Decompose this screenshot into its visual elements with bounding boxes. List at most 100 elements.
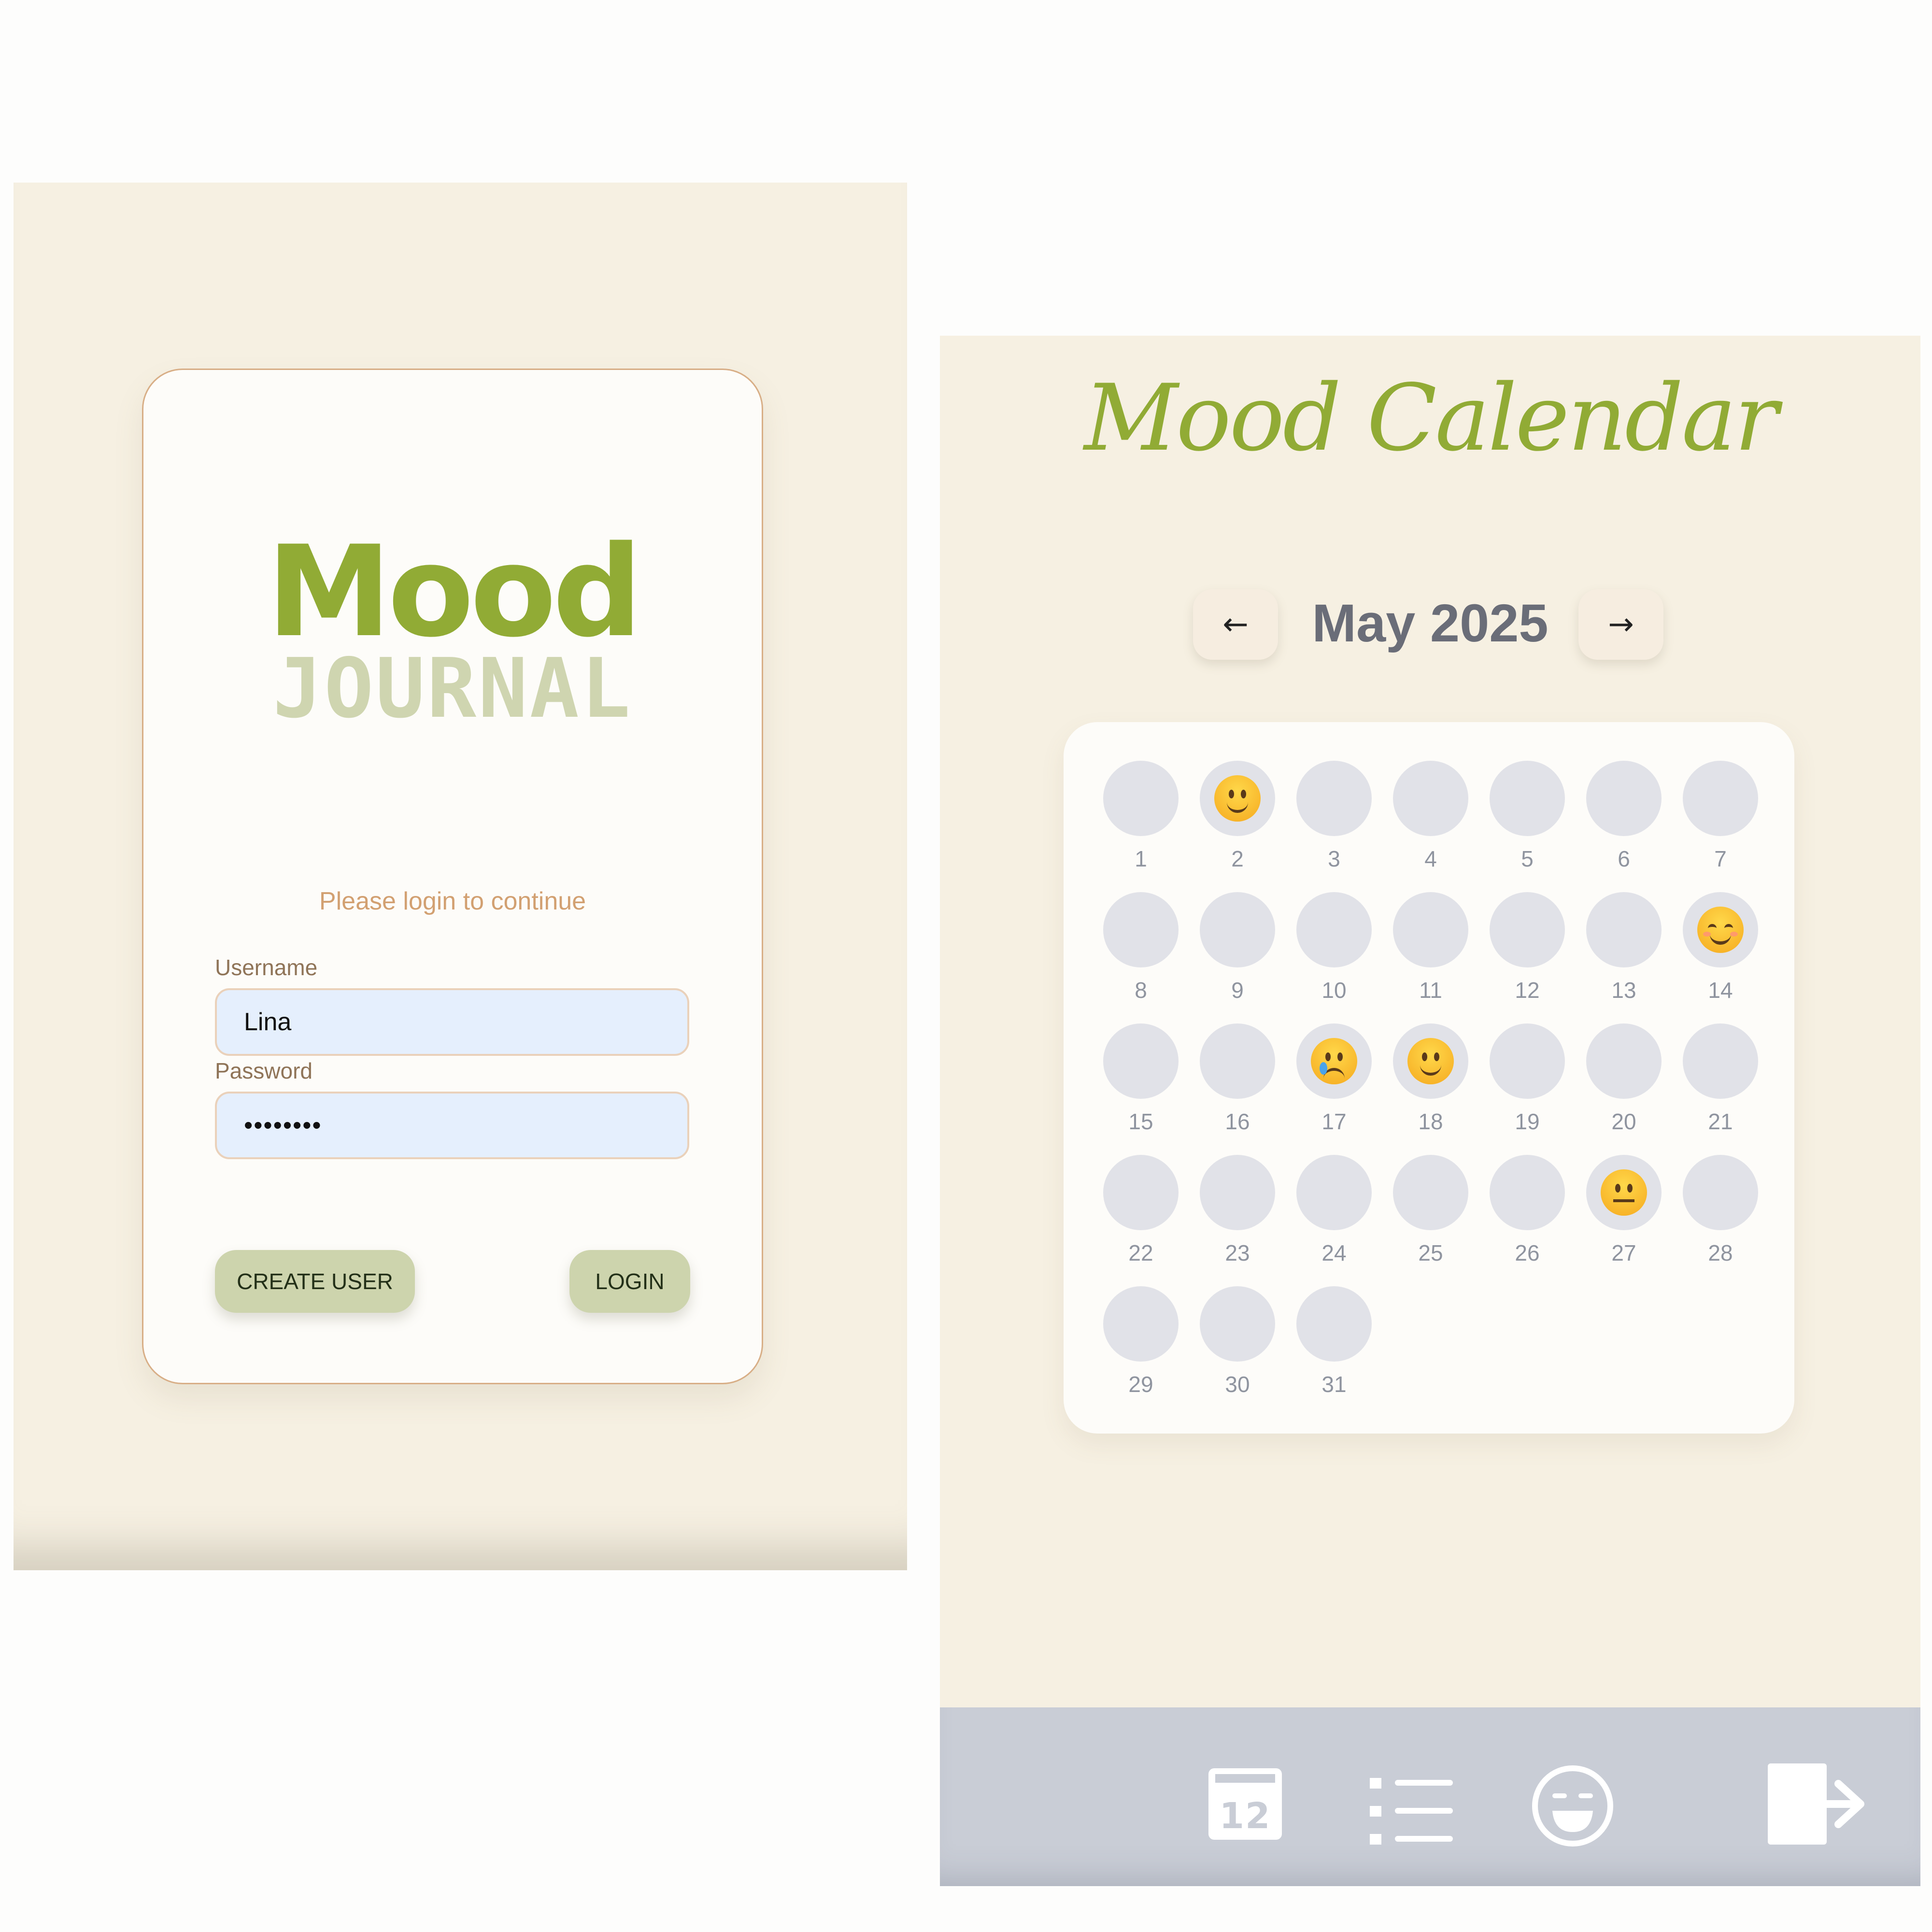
day-mood-circle[interactable] — [1490, 892, 1565, 967]
calendar-day[interactable]: 3 — [1295, 761, 1373, 881]
list-icon[interactable] — [1368, 1775, 1455, 1847]
day-mood-circle[interactable] — [1393, 761, 1468, 836]
calendar-day[interactable]: 23 — [1199, 1155, 1276, 1276]
calendar-day[interactable]: 29 — [1102, 1286, 1179, 1407]
day-number: 26 — [1515, 1240, 1540, 1265]
calendar-icon[interactable]: 12 — [1207, 1765, 1284, 1843]
day-number: 23 — [1225, 1240, 1250, 1265]
slight-smile-emoji-icon — [1407, 1038, 1454, 1084]
day-mood-circle[interactable] — [1200, 892, 1275, 967]
day-mood-circle[interactable] — [1296, 892, 1372, 967]
day-number: 10 — [1321, 978, 1347, 1003]
calendar-day[interactable]: 1 — [1102, 761, 1179, 881]
day-mood-circle[interactable] — [1200, 1286, 1275, 1362]
day-mood-circle[interactable] — [1296, 761, 1372, 836]
day-mood-circle[interactable] — [1200, 761, 1275, 836]
day-number: 8 — [1135, 978, 1147, 1003]
day-mood-circle[interactable] — [1683, 892, 1758, 967]
day-mood-circle[interactable] — [1490, 1155, 1565, 1230]
page-title: Mood Calendar — [1084, 365, 1778, 471]
calendar-day[interactable]: 13 — [1585, 892, 1662, 1013]
day-mood-circle[interactable] — [1393, 1155, 1468, 1230]
username-input[interactable] — [215, 988, 689, 1056]
day-number: 3 — [1328, 846, 1340, 871]
day-number: 2 — [1231, 846, 1244, 871]
calendar-day[interactable]: 17 — [1295, 1023, 1373, 1144]
day-mood-circle[interactable] — [1683, 1155, 1758, 1230]
calendar-day[interactable]: 8 — [1102, 892, 1179, 1013]
calendar-day[interactable]: 19 — [1489, 1023, 1566, 1144]
day-number: 14 — [1708, 978, 1733, 1003]
calendar-day[interactable]: 20 — [1585, 1023, 1662, 1144]
day-mood-circle[interactable] — [1296, 1286, 1372, 1362]
day-mood-circle[interactable] — [1683, 761, 1758, 836]
calendar-day[interactable]: 7 — [1682, 761, 1759, 881]
login-screen: Mood JOURNAL Please login to continue Us… — [14, 183, 907, 1570]
day-number: 15 — [1128, 1109, 1153, 1134]
login-prompt: Please login to continue — [319, 887, 586, 915]
day-mood-circle[interactable] — [1586, 892, 1662, 967]
day-mood-circle[interactable] — [1490, 1023, 1565, 1099]
day-mood-circle[interactable] — [1296, 1023, 1372, 1099]
day-number: 29 — [1128, 1372, 1153, 1397]
calendar-day[interactable]: 22 — [1102, 1155, 1179, 1276]
calendar-day[interactable]: 15 — [1102, 1023, 1179, 1144]
day-mood-circle[interactable] — [1586, 1155, 1662, 1230]
day-number: 6 — [1618, 846, 1630, 871]
day-mood-circle[interactable] — [1103, 892, 1179, 967]
day-number: 18 — [1418, 1109, 1443, 1134]
calendar-day[interactable]: 26 — [1489, 1155, 1566, 1276]
calendar-day[interactable]: 5 — [1489, 761, 1566, 881]
crying-emoji-icon — [1311, 1038, 1357, 1084]
day-mood-circle[interactable] — [1490, 761, 1565, 836]
day-mood-circle[interactable] — [1103, 761, 1179, 836]
day-mood-circle[interactable] — [1586, 761, 1662, 836]
mood-face-icon[interactable] — [1531, 1764, 1614, 1847]
day-mood-circle[interactable] — [1103, 1023, 1179, 1099]
day-mood-circle[interactable] — [1683, 1023, 1758, 1099]
password-input[interactable] — [215, 1092, 689, 1159]
day-mood-circle[interactable] — [1200, 1155, 1275, 1230]
login-button[interactable]: LOGIN — [569, 1250, 690, 1313]
calendar-day[interactable]: 25 — [1392, 1155, 1469, 1276]
calendar-day[interactable]: 21 — [1682, 1023, 1759, 1144]
calendar-day[interactable]: 2 — [1199, 761, 1276, 881]
calendar-day[interactable]: 28 — [1682, 1155, 1759, 1276]
day-mood-circle[interactable] — [1393, 1023, 1468, 1099]
day-number: 16 — [1225, 1109, 1250, 1134]
username-label: Username — [215, 955, 318, 980]
calendar-day[interactable]: 16 — [1199, 1023, 1276, 1144]
day-mood-circle[interactable] — [1103, 1155, 1179, 1230]
calendar-icon-number: 12 — [1219, 1795, 1271, 1837]
day-mood-circle[interactable] — [1200, 1023, 1275, 1099]
day-mood-circle[interactable] — [1393, 892, 1468, 967]
calendar-day[interactable]: 18 — [1392, 1023, 1469, 1144]
next-month-button[interactable]: → — [1578, 589, 1663, 660]
smiling-emoji-icon — [1697, 907, 1744, 953]
day-mood-circle[interactable] — [1103, 1286, 1179, 1362]
calendar-day[interactable]: 27 — [1585, 1155, 1662, 1276]
calendar-day[interactable]: 10 — [1295, 892, 1373, 1013]
day-number: 28 — [1708, 1240, 1733, 1265]
calendar-day[interactable]: 11 — [1392, 892, 1469, 1013]
month-label: May 2025 — [1312, 594, 1548, 653]
calendar-day[interactable]: 30 — [1199, 1286, 1276, 1407]
day-number: 17 — [1321, 1109, 1347, 1134]
prev-month-button[interactable]: ← — [1193, 589, 1278, 660]
day-number: 1 — [1135, 846, 1147, 871]
create-user-button[interactable]: CREATE USER — [215, 1250, 415, 1313]
day-mood-circle[interactable] — [1586, 1023, 1662, 1099]
calendar-day[interactable]: 14 — [1682, 892, 1759, 1013]
logout-icon[interactable] — [1766, 1761, 1872, 1847]
day-number: 7 — [1714, 846, 1727, 871]
calendar-day[interactable]: 24 — [1295, 1155, 1373, 1276]
calendar-day[interactable]: 6 — [1585, 761, 1662, 881]
day-mood-circle[interactable] — [1296, 1155, 1372, 1230]
day-number: 19 — [1515, 1109, 1540, 1134]
calendar-day[interactable]: 31 — [1295, 1286, 1373, 1407]
calendar-day[interactable]: 12 — [1489, 892, 1566, 1013]
calendar-day[interactable]: 9 — [1199, 892, 1276, 1013]
calendar-day[interactable]: 4 — [1392, 761, 1469, 881]
calendar-grid: 1 2 3 4 5 6 7 8 9 10 11 12 13 14 15 16 17 18 19 20 21 22 23 24 2… — [1064, 722, 1794, 1434]
logo-mood-text: Mood — [266, 519, 642, 665]
